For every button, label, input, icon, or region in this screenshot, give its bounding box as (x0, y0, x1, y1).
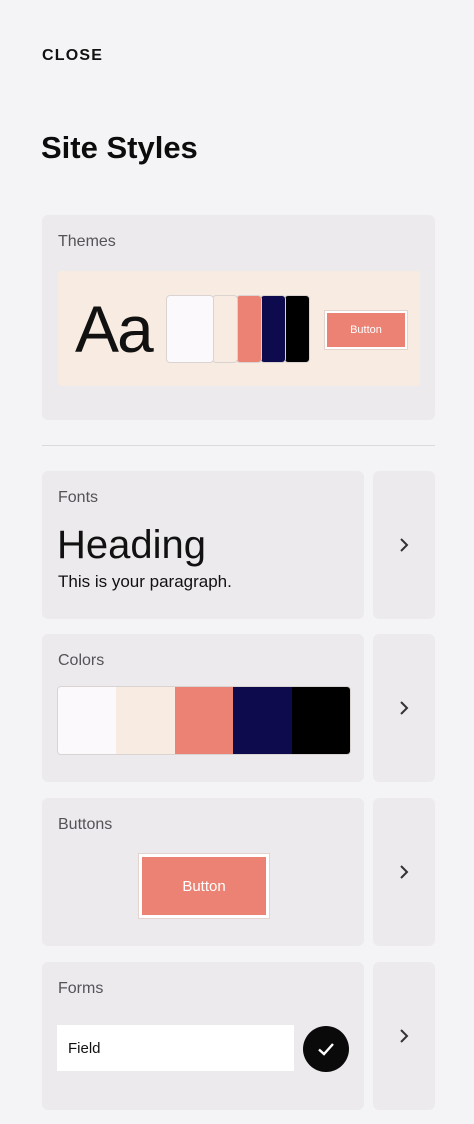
close-button[interactable]: CLOSE (42, 47, 103, 65)
theme-button-sample: Button (325, 311, 407, 349)
sample-field-input[interactable] (57, 1025, 294, 1071)
chevron-right-icon (400, 538, 409, 552)
buttons-card[interactable]: Buttons Button (42, 798, 364, 946)
color-swatch (233, 687, 292, 754)
sample-button[interactable]: Button (139, 854, 269, 918)
theme-swatch (284, 295, 310, 363)
colors-label: Colors (58, 652, 105, 669)
submit-check-button[interactable] (303, 1026, 349, 1072)
themes-label: Themes (58, 233, 116, 250)
chevron-right-icon (400, 701, 409, 715)
theme-swatch-stack (166, 295, 310, 363)
font-paragraph-sample: This is your paragraph. (58, 572, 232, 591)
colors-card[interactable]: Colors (42, 634, 364, 782)
buttons-arrow-button[interactable] (373, 798, 435, 946)
themes-card[interactable]: Themes Aa Button (42, 215, 435, 420)
theme-sample-text: Aa (75, 292, 154, 366)
color-swatch (116, 687, 175, 754)
fonts-card[interactable]: Fonts Heading This is your paragraph. (42, 471, 364, 619)
forms-label: Forms (58, 980, 104, 997)
theme-preview[interactable]: Aa Button (58, 271, 420, 386)
theme-swatch (212, 295, 238, 363)
page-title: Site Styles (41, 130, 198, 165)
theme-swatch (260, 295, 286, 363)
color-swatch (58, 687, 117, 754)
forms-arrow-button[interactable] (373, 962, 435, 1110)
chevron-right-icon (400, 865, 409, 879)
color-swatch (174, 687, 234, 754)
theme-swatch (166, 295, 214, 363)
colors-arrow-button[interactable] (373, 634, 435, 782)
theme-swatch (236, 295, 262, 363)
color-swatch (291, 687, 350, 754)
forms-card[interactable]: Forms (42, 962, 364, 1110)
color-palette (57, 686, 351, 755)
fonts-arrow-button[interactable] (373, 471, 435, 619)
chevron-right-icon (400, 1029, 409, 1043)
fonts-label: Fonts (58, 489, 99, 506)
checkmark-icon (318, 1043, 334, 1056)
buttons-label: Buttons (58, 816, 113, 833)
divider (42, 445, 435, 446)
font-heading-sample: Heading (57, 523, 207, 567)
